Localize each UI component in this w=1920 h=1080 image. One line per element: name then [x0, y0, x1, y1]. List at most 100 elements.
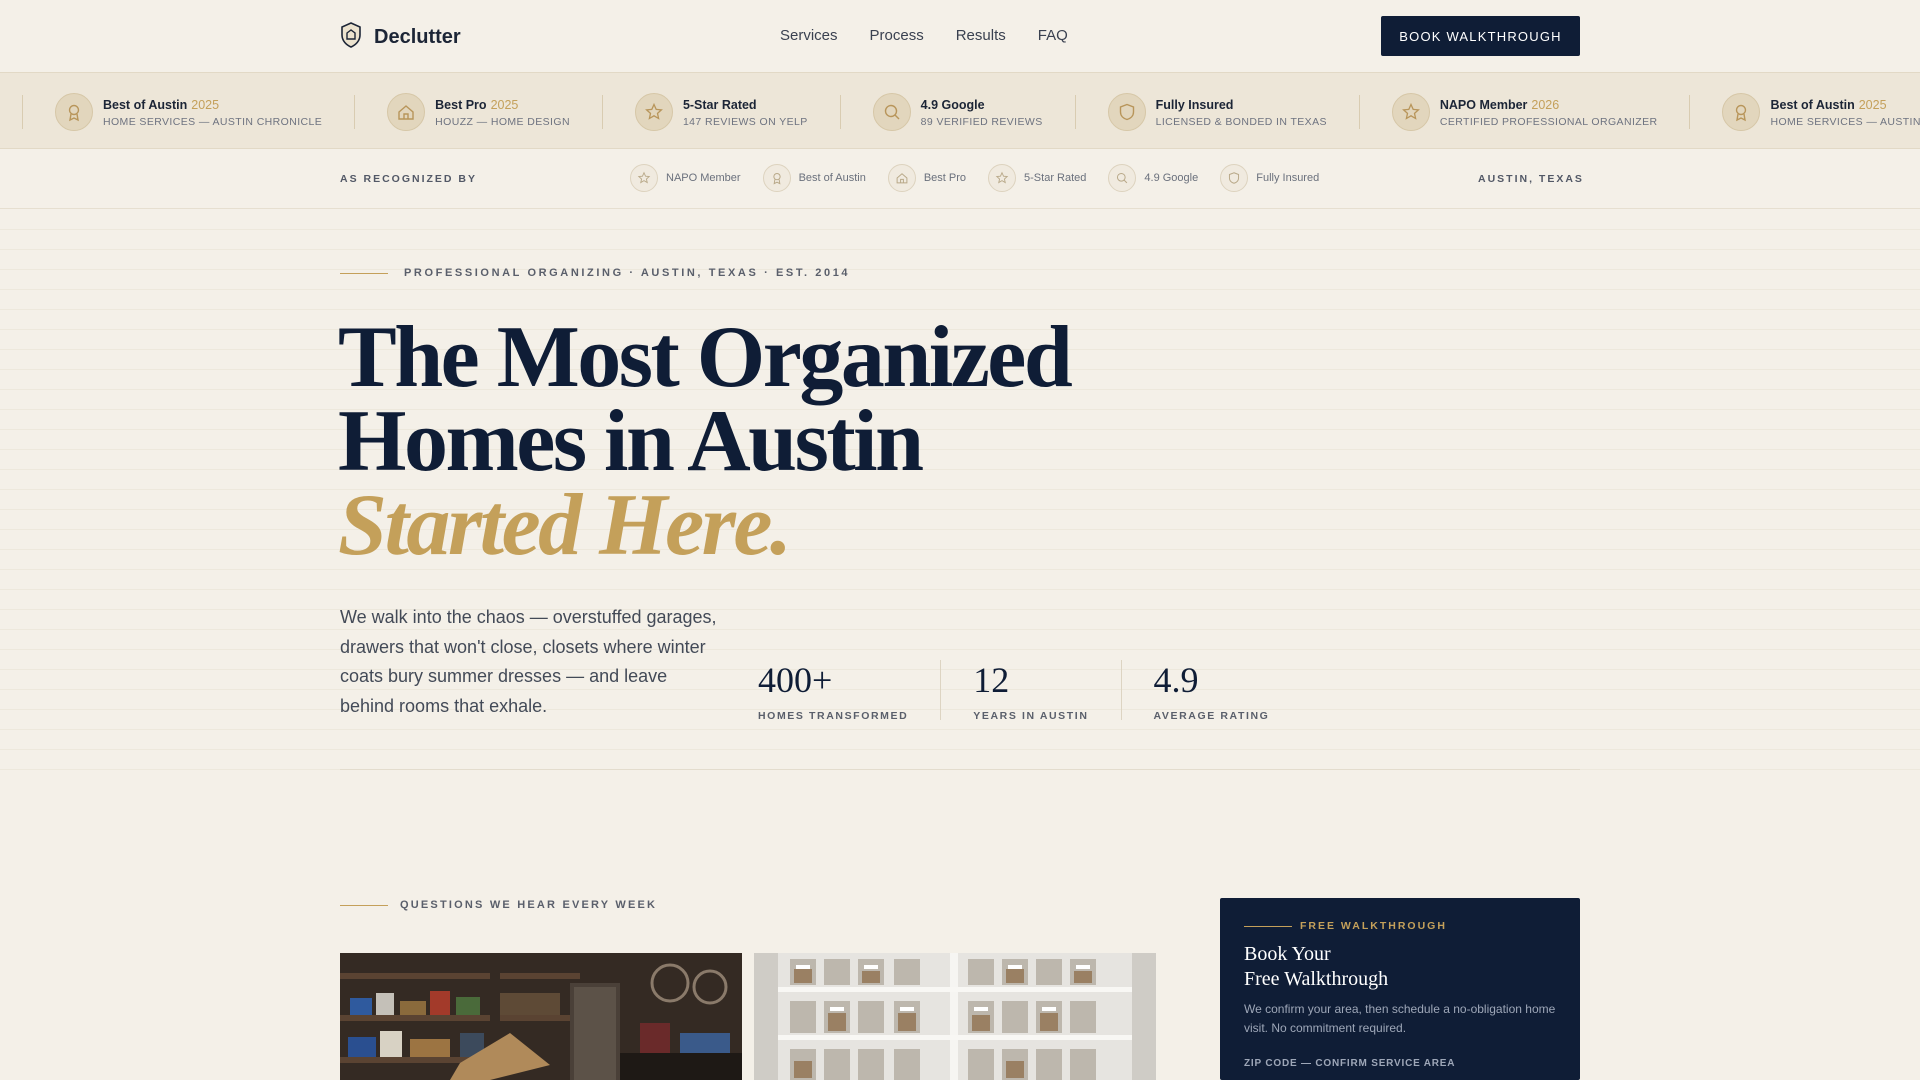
award-title: NAPO Member: [1439, 97, 1528, 112]
hero-stats: 400+ HOMES TRANSFORMED 12 YEARS IN AUSTI…: [758, 660, 1333, 722]
award-badge: Best Pro 2025 HOUZZ — HOME DESIGN: [387, 92, 570, 131]
hero-divider: [340, 769, 1580, 770]
book-walkthrough-button[interactable]: BOOK WALKTHROUGH: [1381, 16, 1580, 56]
headline-line-2: Homes in Austin: [338, 393, 924, 490]
award-title: Best of Austin: [103, 97, 188, 112]
stat-label: AVERAGE RATING: [1153, 710, 1270, 722]
recognized-items: NAPO Member Best of Austin Best Pro 5-Star …: [630, 164, 1319, 192]
award-separator: [1074, 94, 1076, 129]
garage-before-image: [340, 953, 742, 1080]
questions-eyebrow-text: QUESTIONS WE HEAR EVERY WEEK: [400, 899, 658, 911]
recognized-item-label: Best Pro: [923, 172, 967, 184]
recognized-item: Best Pro: [887, 164, 967, 192]
award-title: Best Pro: [435, 97, 487, 112]
award-text: Best Pro 2025 HOUZZ — HOME DESIGN: [435, 96, 570, 128]
hero-lead: We walk into the chaos — overstuffed gar…: [340, 607, 717, 716]
walkthrough-eyebrow-text: FREE WALKTHROUGH: [1300, 920, 1447, 932]
stat-homes: 400+ HOMES TRANSFORMED: [758, 660, 942, 722]
star-icon: [630, 164, 658, 192]
ribbon-icon: [762, 164, 791, 192]
stat-years: 12 YEARS IN AUSTIN: [973, 660, 1122, 722]
recognized-item: 4.9 Google: [1108, 164, 1198, 192]
shield-logo-icon: [340, 22, 362, 53]
house-icon: [387, 92, 426, 131]
award-separator: [354, 94, 356, 129]
stat-number: 4.9: [1153, 660, 1199, 700]
recognized-item-label: NAPO Member: [666, 172, 741, 184]
eyebrow-rule: [340, 904, 388, 906]
stat-number: 12: [973, 660, 1010, 700]
award-badge: 5-Star Rated 147 REVIEWS ON YELP: [634, 92, 808, 131]
walkthrough-title-line-2: Free Walkthrough: [1244, 968, 1389, 990]
recognized-item-label: 5-Star Rated: [1024, 172, 1087, 184]
award-separator: [1689, 94, 1691, 129]
eyebrow-rule: [1244, 925, 1292, 927]
awards-marquee: Best of Austin 2025 HOME SERVICES — AUSTIN…: [22, 73, 1920, 148]
recognized-item: 5-Star Rated: [988, 164, 1086, 192]
award-separator: [1358, 94, 1360, 129]
recognized-row: AS RECOGNIZED BY NAPO Member Best of Aust…: [0, 149, 1920, 209]
award-separator: [839, 94, 841, 129]
nav-faq[interactable]: FAQ: [1038, 27, 1068, 44]
recognized-item-label: 4.9 Google: [1144, 172, 1199, 184]
house-icon: [887, 164, 916, 192]
star-icon: [988, 164, 1017, 192]
stat-label: HOMES TRANSFORMED: [758, 710, 909, 722]
award-text: Fully Insured LICENSED & BONDED IN TEXAS: [1156, 96, 1327, 128]
shield-icon: [1220, 164, 1249, 192]
recognized-item-label: Fully Insured: [1256, 172, 1320, 184]
award-subtitle: 89 VERIFIED REVIEWS: [920, 115, 1043, 128]
award-badge: Best of Austin 2025 HOME SERVICES — AUSTIN…: [55, 92, 322, 131]
award-subtitle: HOME SERVICES — AUSTIN CHRONICLE: [1770, 115, 1920, 128]
ribbon-icon: [55, 92, 93, 131]
awards-strip: Best of Austin 2025 HOME SERVICES — AUSTIN…: [0, 72, 1920, 149]
walkthrough-title-line-1: Book Your: [1244, 943, 1331, 965]
recognized-item: NAPO Member: [630, 164, 741, 192]
award-text: 4.9 Google 89 VERIFIED REVIEWS: [921, 96, 1043, 128]
eyebrow-rule: [340, 272, 388, 274]
award-badge: Best of Austin 2025 HOME SERVICES — AUSTIN…: [1722, 92, 1920, 131]
award-title: Best of Austin: [1770, 97, 1855, 112]
award-subtitle: HOME SERVICES — AUSTIN CHRONICLE: [103, 115, 323, 128]
nav-services[interactable]: Services: [780, 27, 838, 44]
shield-icon: [1107, 92, 1146, 131]
award-text: Best of Austin 2025 HOME SERVICES — AUSTIN…: [103, 96, 322, 128]
award-text: NAPO Member 2026 CERTIFIED PROFESSIONAL OR…: [1440, 96, 1658, 128]
star-icon: [634, 92, 673, 131]
hero-headline: The Most Organized Homes in Austin Start…: [338, 309, 1073, 574]
stat-label: YEARS IN AUSTIN: [973, 710, 1089, 722]
award-badge: NAPO Member 2026 CERTIFIED PROFESSIONAL OR…: [1391, 92, 1658, 131]
walkthrough-description: We confirm your area, then schedule a no…: [1244, 1002, 1556, 1035]
award-year: 2026: [1531, 97, 1560, 112]
brand-name: Declutter: [374, 26, 461, 48]
nav-results[interactable]: Results: [956, 27, 1006, 44]
pantry-after-image: [754, 953, 1156, 1080]
questions-eyebrow: QUESTIONS WE HEAR EVERY WEEK: [340, 899, 657, 911]
award-separator: [601, 94, 603, 129]
award-title: 4.9 Google: [920, 97, 985, 112]
award-text: 5-Star Rated 147 REVIEWS ON YELP: [683, 96, 808, 128]
zip-code-label: ZIP CODE — CONFIRM SERVICE AREA: [1244, 1058, 1456, 1069]
award-text: Best of Austin 2025 HOME SERVICES — AUSTIN…: [1770, 96, 1920, 128]
stat-number: 400+: [758, 660, 833, 700]
nav-process[interactable]: Process: [870, 27, 924, 44]
award-subtitle: 147 REVIEWS ON YELP: [682, 115, 808, 128]
award-year: 2025: [490, 97, 519, 112]
search-icon: [1108, 164, 1137, 192]
star-icon: [1391, 92, 1430, 131]
hero-eyebrow: PROFESSIONAL ORGANIZING · AUSTIN, TEXAS …: [340, 267, 850, 279]
search-icon: [872, 92, 911, 131]
award-year: 2025: [191, 97, 220, 112]
walkthrough-title: Book Your Free Walkthrough: [1244, 942, 1556, 992]
award-subtitle: CERTIFIED PROFESSIONAL ORGANIZER: [1439, 115, 1658, 128]
brand-logo[interactable]: Declutter: [340, 22, 461, 53]
recognized-item-label: Best of Austin: [798, 172, 866, 184]
headline-line-3: Started Here.: [338, 477, 792, 574]
award-title: 5-Star Rated: [682, 97, 757, 112]
stat-rating: 4.9 AVERAGE RATING: [1153, 660, 1302, 722]
headline-line-1: The Most Organized: [338, 309, 1073, 406]
award-badge: Fully Insured LICENSED & BONDED IN TEXAS: [1107, 92, 1327, 131]
walkthrough-eyebrow: FREE WALKTHROUGH: [1244, 920, 1556, 932]
award-separator: [22, 94, 23, 129]
main-nav: Services Process Results FAQ: [780, 27, 1068, 44]
